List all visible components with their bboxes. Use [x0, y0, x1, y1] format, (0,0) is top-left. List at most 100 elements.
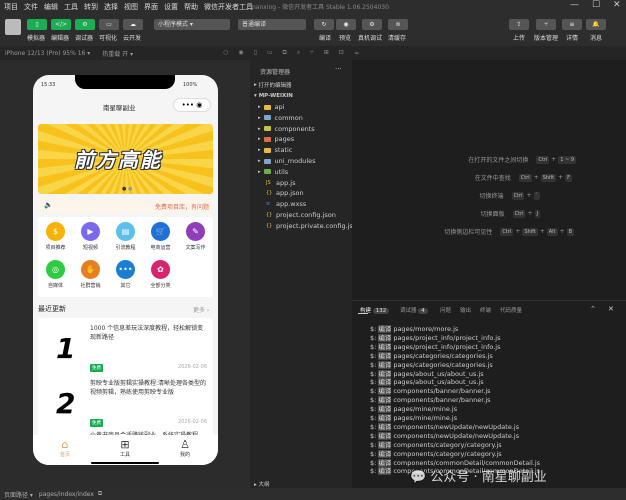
- category-item[interactable]: ▶ 短视频: [73, 222, 108, 251]
- console-tab[interactable]: 代码质量: [500, 306, 522, 314]
- folder-name: pages: [274, 135, 295, 144]
- menu-item[interactable]: 设置: [164, 2, 178, 12]
- compile-button[interactable]: ↻: [314, 19, 334, 30]
- console-tab[interactable]: 调试器 4: [400, 306, 428, 314]
- menu-item[interactable]: 项目: [4, 2, 18, 12]
- simulator-button[interactable]: ▯: [27, 19, 47, 30]
- file-item[interactable]: {} app.json: [266, 188, 304, 198]
- article-card[interactable]: 2 剪映专业版剪辑实操教程:清晰处理各类型的视频剪辑，熟练使用剪映专业版 免费 …: [38, 373, 213, 435]
- category-item[interactable]: $ 项目推荐: [38, 222, 73, 251]
- close-button[interactable]: ✕: [613, 0, 621, 10]
- folder-item[interactable]: ▸ static: [258, 145, 292, 155]
- minimize-button[interactable]: —: [570, 0, 579, 10]
- category-icon: ✎: [186, 222, 205, 241]
- menu-item[interactable]: 界面: [144, 2, 158, 12]
- folder-name: api: [274, 103, 285, 111]
- cloud-button[interactable]: ☁: [123, 19, 143, 30]
- carousel-dots[interactable]: ● ●: [122, 186, 132, 192]
- shortcut-key: Alt: [546, 227, 558, 236]
- folder-item[interactable]: ▸ api: [258, 102, 284, 112]
- notice-bar[interactable]: 🔈 免费项目库，有问题: [38, 198, 213, 212]
- compile-mode-select[interactable]: 普通编译: [238, 19, 306, 30]
- category-item[interactable]: 🛒 电商运营: [143, 222, 178, 251]
- shortcut-label: 在文件中查找: [474, 175, 511, 182]
- menu-item[interactable]: 选择: [104, 2, 118, 12]
- category-label: 项目推荐: [45, 245, 66, 251]
- details-button[interactable]: ≡: [562, 19, 582, 30]
- article-card[interactable]: 1 1000 个信息差玩法深度教程，轻松解锁变现新路径 免费 2026-02-0…: [38, 318, 213, 380]
- mode-select[interactable]: 小程序模式 ▾: [154, 19, 230, 30]
- preview-button[interactable]: ◉: [336, 19, 356, 30]
- file-item[interactable]: ≡ app.wxss: [266, 199, 306, 209]
- open-editors-section[interactable]: ▸ 打开的编辑器: [254, 80, 292, 90]
- folder-item[interactable]: ▸ utils: [258, 167, 288, 177]
- device-select[interactable]: iPhone 12/13 (Pro) 95% 16 ▾: [5, 50, 90, 57]
- phone-notch: [75, 75, 175, 89]
- file-item[interactable]: {} project.private.config.js...: [266, 221, 359, 231]
- category-icon: 🛒: [151, 222, 170, 241]
- more-link[interactable]: 更多 ›: [193, 305, 209, 314]
- tab-label: 代码质量: [500, 308, 523, 314]
- page-title: 南星聊副业: [103, 104, 136, 112]
- menu-item[interactable]: 帮助: [184, 2, 198, 12]
- capsule-menu[interactable]: ••• ◉: [173, 98, 211, 112]
- version-button[interactable]: ⑂: [536, 19, 556, 30]
- close-panel-icon[interactable]: ✕: [608, 305, 614, 313]
- console-panel: 构建 132 调试器 4 问题 输出 终端 代码质量 ⌃ ✕ $: 编译 pages/more…: [352, 300, 626, 488]
- maximize-button[interactable]: ☐: [592, 0, 600, 10]
- upload-button[interactable]: ⇪: [509, 19, 529, 30]
- collapse-panel-icon[interactable]: ⌃: [590, 305, 596, 313]
- messages-button[interactable]: 🔔: [586, 19, 606, 30]
- console-tab[interactable]: 终端: [480, 306, 491, 314]
- file-item[interactable]: {} project.config.json: [266, 210, 336, 220]
- folder-icon: [263, 104, 271, 110]
- outline-section[interactable]: ▸ 大纲: [254, 480, 270, 488]
- real-debug-button[interactable]: ⚙: [362, 19, 382, 30]
- category-item[interactable]: ✿ 全部分类: [143, 260, 178, 289]
- banner-carousel[interactable]: 前方高能 ● ●: [38, 124, 213, 194]
- console-tab[interactable]: 问题: [440, 306, 451, 314]
- tab-tools[interactable]: ⊞ 工具: [105, 439, 145, 459]
- status-time: 15:33: [41, 82, 56, 88]
- folder-item[interactable]: ▸ common: [258, 113, 303, 123]
- category-icon: ◎: [46, 260, 65, 279]
- chevron-right-icon: ▸: [258, 168, 261, 175]
- menu-item[interactable]: 视图: [124, 2, 138, 12]
- category-item[interactable]: ✋ 社群营销: [73, 260, 108, 289]
- chevron-right-icon: ▸: [258, 136, 261, 143]
- clear-cache-button[interactable]: ≋: [388, 19, 408, 30]
- avatar[interactable]: [5, 19, 21, 35]
- category-item[interactable]: ••• 其它: [108, 260, 143, 289]
- menu-item[interactable]: 微信开发者工具: [204, 2, 253, 12]
- file-item[interactable]: JS app.js: [266, 178, 296, 188]
- copy-icon[interactable]: ⧉: [98, 490, 102, 498]
- category-icon: $: [46, 222, 65, 241]
- watermark-text: 公众号 · 南星聊副业: [430, 470, 547, 485]
- tab-mine[interactable]: ♙ 我的: [165, 439, 205, 459]
- explorer-more-button[interactable]: ···: [335, 65, 342, 73]
- hot-reload-select[interactable]: 热重载 开 ▾: [102, 49, 133, 58]
- menu-item[interactable]: 工具: [64, 2, 78, 12]
- category-item[interactable]: ✎ 文案写作: [178, 222, 213, 251]
- simulator-tool-icons[interactable]: ○◉▯▭⧉⌕⑂⊞⊡☕: [223, 49, 369, 57]
- menu-item[interactable]: 编辑: [44, 2, 58, 12]
- shortcut-key: Ctrl: [500, 227, 514, 236]
- shortcut-key: B: [566, 227, 574, 236]
- mode-value: 小程序模式: [158, 21, 189, 28]
- project-section[interactable]: ▾ MP-WEIXIN: [254, 91, 293, 101]
- tab-home[interactable]: ⌂ 首页: [45, 439, 85, 459]
- folder-item[interactable]: ▸ pages: [258, 134, 294, 144]
- category-item[interactable]: ▤ 引流教程: [108, 222, 143, 251]
- page-path-label[interactable]: 页面路径 ▾: [4, 490, 33, 499]
- console-tab[interactable]: 输出: [460, 306, 471, 314]
- visual-button[interactable]: ▭: [99, 19, 119, 30]
- folder-item[interactable]: ▸ components: [258, 124, 315, 134]
- folder-item[interactable]: ▸ uni_modules: [258, 156, 316, 166]
- menu-item[interactable]: 转到: [84, 2, 98, 12]
- window-title: nanxing - 微信开发者工具 Stable 1.06.2504030: [252, 4, 389, 11]
- plus-sign: +: [533, 174, 539, 181]
- editor-button[interactable]: </>: [51, 19, 71, 30]
- debugger-button[interactable]: ⚙: [75, 19, 95, 30]
- menu-item[interactable]: 文件: [24, 2, 38, 12]
- category-item[interactable]: ◎ 自媒体: [38, 260, 73, 289]
